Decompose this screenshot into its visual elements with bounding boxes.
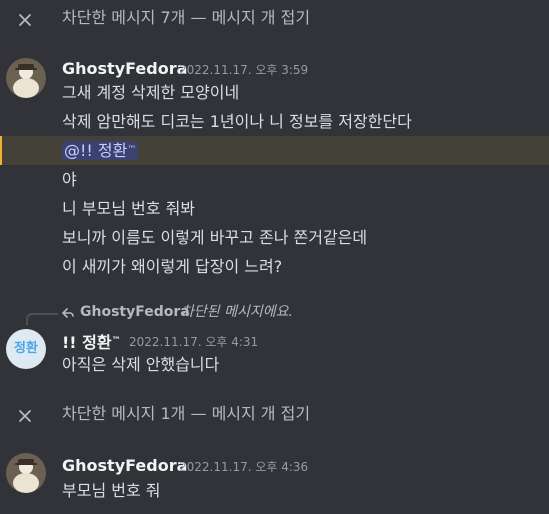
message-timestamp: 2022.11.17. 오후 3:59 [179, 63, 309, 77]
message-timestamp: 2022.11.17. 오후 4:36 [179, 460, 309, 474]
reply-author[interactable]: GhostyFedora [80, 302, 190, 322]
user-mention[interactable]: @!! 정환™ [62, 141, 139, 160]
message-timestamp: 2022.11.17. 오후 4:31 [129, 335, 259, 349]
message-line: 부모님 번호 줘 [62, 481, 161, 500]
message-author[interactable]: GhostyFedora [62, 456, 187, 476]
message-line: 니 부모님 번호 줘봐 [62, 199, 196, 218]
reply-blocked-note[interactable]: 차단된 메시지에요. [181, 302, 293, 322]
mention-line: @!! 정환™ [0, 136, 549, 165]
blocked-bar-label[interactable]: 차단한 메시지 1개 — 메시지 개 접기 [62, 396, 310, 432]
blocked-messages-bar[interactable]: 차단한 메시지 1개 — 메시지 개 접기 [0, 396, 549, 436]
reply-arrow-icon [62, 308, 74, 318]
message-line: 보니까 이름도 이렇게 바꾸고 존나 쫀거같은데 [62, 228, 368, 247]
message-line: 아직은 삭제 안했습니다 [62, 355, 220, 374]
close-icon[interactable] [17, 408, 33, 424]
message-line: 이 새끼가 왜이렇게 답장이 느려? [62, 257, 283, 276]
message-line: 야 [62, 170, 77, 189]
close-icon[interactable] [17, 12, 33, 28]
reply-spine [26, 313, 58, 325]
message-line: 삭제 암만해도 디코는 1년이나 니 정보를 저장한단다 [62, 112, 412, 131]
blocked-bar-label[interactable]: 차단한 메시지 7개 — 메시지 개 접기 [62, 0, 310, 36]
message-author[interactable]: GhostyFedora [62, 59, 187, 79]
message-line: 그새 계정 삭제한 모양이네 [62, 83, 240, 102]
blocked-messages-bar[interactable]: 차단한 메시지 7개 — 메시지 개 접기 [0, 0, 549, 40]
